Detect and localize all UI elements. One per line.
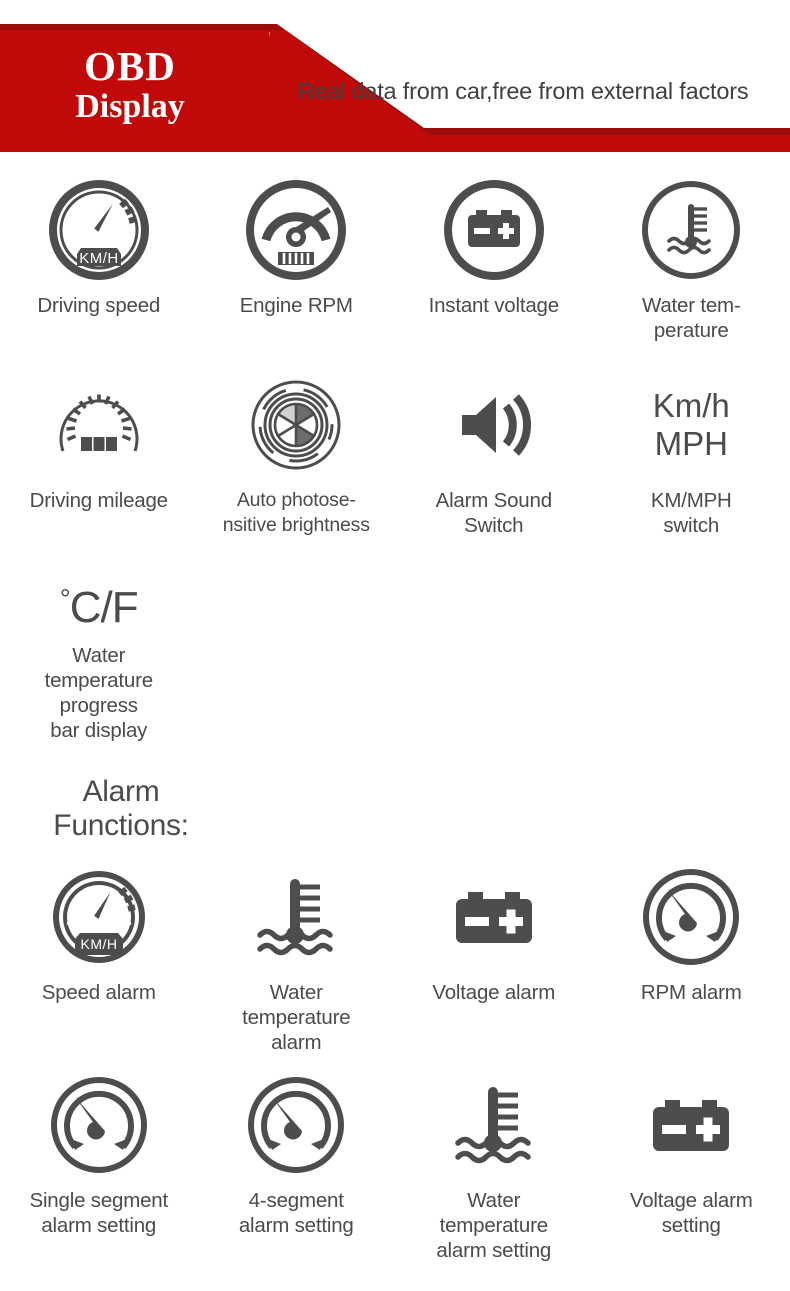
- feature-row-2: Driving mileage Auto photose- nsitive br…: [0, 373, 790, 538]
- rpm-gauge-icon: [244, 178, 348, 282]
- feature-label: RPM alarm: [640, 981, 742, 1004]
- feature-label: Instant voltage: [428, 294, 560, 317]
- feature-driving-speed: KM/H Driving speed: [0, 178, 198, 343]
- alarm-speed: KM/H Speed alarm: [0, 865, 198, 1055]
- rpm-dial-icon: [639, 865, 743, 969]
- obd-display-feature-infographic: OBD Display Real data from car,free from…: [0, 0, 790, 1291]
- battery-icon: [442, 178, 546, 282]
- alarm-feature-row-2: Single segment alarm setting 4-segment a…: [0, 1073, 790, 1263]
- feature-label: Driving mileage: [29, 489, 168, 512]
- feature-instant-voltage: Instant voltage: [395, 178, 593, 343]
- water-temperature-icon: [639, 178, 743, 282]
- feature-km-mph-switch: Km/h MPH KM/MPH switch: [593, 373, 790, 538]
- battery-plain-icon: [442, 865, 546, 969]
- speedometer-kmh-icon: KM/H: [47, 178, 151, 282]
- feature-label: Single segment alarm setting: [29, 1189, 168, 1237]
- feature-label: Voltage alarm setting: [629, 1189, 753, 1237]
- feature-label: Voltage alarm: [432, 981, 556, 1004]
- banner-bottom-bar: [0, 135, 790, 152]
- alarm-water-temperature: Water temperature alarm: [198, 865, 396, 1055]
- alarm-functions-heading: Alarm Functions:: [53, 775, 189, 842]
- rpm-dial-icon: [244, 1073, 348, 1177]
- alarm-rpm: RPM alarm: [593, 865, 790, 1055]
- brand-title: OBD: [84, 43, 176, 89]
- feature-driving-mileage: Driving mileage: [0, 373, 198, 538]
- brand-subtitle: Display: [75, 88, 185, 125]
- feature-row-1: KM/H Driving speed Engine RPM Instant vo…: [0, 178, 790, 343]
- feature-alarm-sound-switch: Alarm Sound Switch: [395, 373, 593, 538]
- feature-label: 4-segment alarm setting: [238, 1189, 354, 1237]
- alarm-4-segment-setting: 4-segment alarm setting: [198, 1073, 396, 1263]
- header-banner: OBD Display Real data from car,free from…: [0, 0, 790, 152]
- feature-label: Engine RPM: [239, 294, 353, 317]
- speaker-icon: [442, 373, 546, 477]
- svg-text:KM/H: KM/H: [79, 250, 119, 267]
- thermometer-water-icon: [442, 1073, 546, 1177]
- degree-symbol: °: [59, 583, 71, 614]
- aperture-icon: [244, 373, 348, 477]
- thermometer-water-icon: [244, 865, 348, 969]
- feature-label: Water temperature progress bar display: [44, 644, 154, 742]
- feature-label: Alarm Sound Switch: [435, 489, 553, 537]
- feature-label: Auto photose- nsitive brightness: [222, 489, 370, 536]
- alarm-voltage: Voltage alarm: [395, 865, 593, 1055]
- alarm-single-segment-setting: Single segment alarm setting: [0, 1073, 198, 1263]
- odometer-icon: [47, 373, 151, 477]
- kmh-mph-glyph: Km/h MPH: [652, 387, 730, 462]
- alarm-voltage-setting: Voltage alarm setting: [593, 1073, 790, 1263]
- alarm-water-temperature-setting: Water temperature alarm setting: [395, 1073, 593, 1263]
- cf-glyph: °C/F: [59, 574, 139, 633]
- feature-water-temperature: Water tem- perature: [593, 178, 790, 343]
- svg-text:KM/H: KM/H: [80, 936, 117, 952]
- feature-label: Speed alarm: [41, 981, 156, 1004]
- feature-label: KM/MPH switch: [650, 489, 732, 537]
- degree-cf-text-icon: °C/F: [59, 574, 139, 633]
- feature-celsius-fahrenheit: °C/F Water temperature progress bar disp…: [0, 574, 198, 743]
- speedometer-kmh-icon: KM/H: [47, 865, 151, 969]
- feature-auto-brightness: Auto photose- nsitive brightness: [198, 373, 396, 538]
- battery-plain-icon: [639, 1073, 743, 1177]
- cf-letters: C/F: [69, 582, 139, 632]
- header-tagline: Real data from car,free from external fa…: [297, 78, 749, 104]
- feature-label: Water tem- perature: [641, 294, 741, 342]
- feature-label: Water temperature alarm setting: [436, 1189, 552, 1262]
- alarm-feature-row-1: KM/H Speed alarm Water temperature alarm…: [0, 865, 790, 1055]
- feature-label: Driving speed: [37, 294, 161, 317]
- feature-engine-rpm: Engine RPM: [198, 178, 396, 343]
- kmh-mph-text-icon: Km/h MPH: [653, 373, 730, 477]
- feature-label: Water temperature alarm: [242, 981, 351, 1054]
- rpm-dial-icon: [47, 1073, 151, 1177]
